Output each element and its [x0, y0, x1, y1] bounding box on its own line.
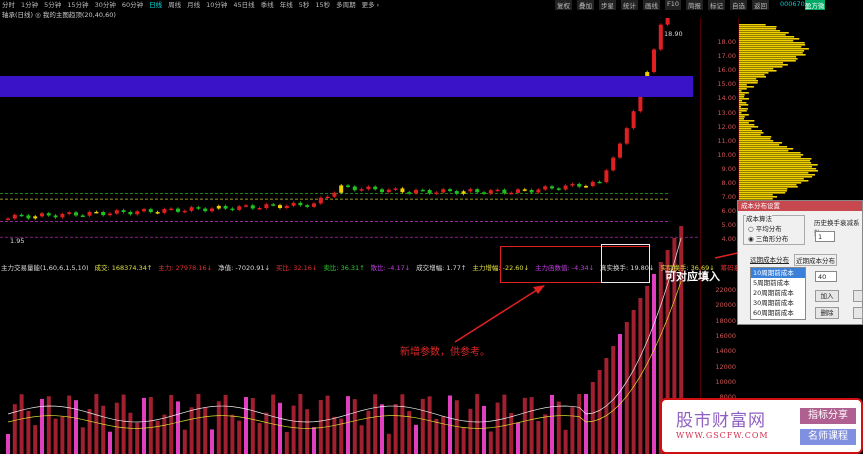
method-label: 成本算法: [746, 213, 772, 223]
period-list-item[interactable]: 10周期前成本: [751, 268, 805, 278]
dialog-title: 成本分布设置: [738, 201, 862, 211]
period-list-item[interactable]: 60周期前成本: [751, 308, 805, 318]
add-button[interactable]: 加入: [815, 290, 839, 302]
logo-url: WWW.GSCFW.COM: [676, 431, 769, 440]
radio-average[interactable]: ○ 平均分布: [748, 223, 782, 233]
tab-near[interactable]: 近期成本分布: [794, 254, 837, 266]
cost-distribution-dialog: 成本分布设置 成本算法 ○ 平均分布 ◉ 三角形分布 历史换手衰减系数 1 远期…: [737, 200, 863, 325]
radio-triangle-label: 三角形分布: [755, 235, 789, 243]
tab-far[interactable]: 远期成本分布: [750, 254, 789, 264]
logo-name: 股市财富网: [676, 411, 766, 431]
delete-button[interactable]: 删除: [815, 307, 839, 319]
period-list-item[interactable]: 5周期前成本: [751, 278, 805, 288]
radio-triangle[interactable]: ◉ 三角形分布: [748, 233, 788, 243]
tag-courses[interactable]: 名师课程: [800, 429, 856, 445]
period-list-item[interactable]: 20周期前成本: [751, 288, 805, 298]
side-button[interactable]: [853, 290, 863, 302]
period-list[interactable]: 10周期前成本 5周期前成本 20周期前成本 30周期前成本 60周期前成本: [750, 267, 806, 320]
radio-average-label: 平均分布: [755, 225, 782, 233]
period-input[interactable]: 40: [815, 271, 837, 282]
arrows: [454, 233, 816, 343]
tag-indicator-share[interactable]: 指标分享: [800, 408, 856, 424]
period-list-item[interactable]: 30周期前成本: [751, 298, 805, 308]
annotation-new-params: 新增参数，供参考。: [400, 347, 490, 358]
side-button-2[interactable]: [853, 307, 863, 319]
site-logo: 股市财富网 WWW.GSCFW.COM 指标分享 名师课程: [660, 398, 863, 454]
hist-input[interactable]: 1: [815, 231, 835, 242]
annotation-fill-in: 可对应填入: [665, 270, 720, 283]
